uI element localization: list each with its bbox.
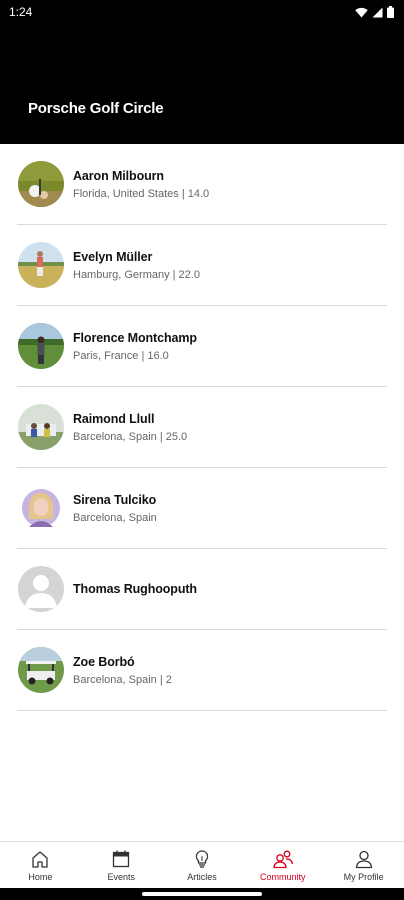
member-name: Florence Montchamp (73, 330, 197, 345)
member-row[interactable]: Sirena Tulciko Barcelona, Spain (17, 468, 387, 549)
nav-community[interactable]: Community (242, 842, 323, 888)
member-name: Raimond Llull (73, 411, 155, 426)
member-list: Aaron Milbourn Florida, United States | … (0, 144, 404, 711)
app-header: 1:24 Porsche Golf Circle (0, 0, 404, 144)
nav-label: Articles (187, 872, 217, 882)
member-row[interactable]: Raimond Llull Barcelona, Spain | 25.0 (17, 387, 387, 468)
avatar (18, 647, 64, 693)
nav-articles[interactable]: Articles (162, 842, 243, 888)
member-meta: Paris, France | 16.0 (73, 349, 169, 362)
member-meta: Barcelona, Spain | 25.0 (73, 430, 188, 443)
status-time: 1:24 (9, 5, 33, 19)
member-name: Sirena Tulciko (73, 492, 157, 507)
member-row[interactable]: Florence Montchamp Paris, France | 16.0 (17, 306, 387, 387)
member-row[interactable]: Zoe Borbó Barcelona, Spain | 2 (17, 630, 387, 711)
avatar (18, 404, 64, 450)
nav-label: My Profile (343, 872, 384, 882)
signal-icon (372, 7, 383, 17)
nav-events[interactable]: Events (81, 842, 162, 888)
member-meta: Hamburg, Germany | 22.0 (73, 268, 200, 281)
member-row[interactable]: Thomas Rughooputh (17, 549, 387, 630)
calendar-icon (113, 850, 130, 868)
nav-label: Events (107, 872, 135, 882)
default-person-icon (18, 566, 64, 612)
member-name: Thomas Rughooputh (73, 582, 197, 596)
home-gesture-bar[interactable] (142, 892, 262, 896)
member-row[interactable]: Aaron Milbourn Florida, United States | … (17, 144, 387, 225)
member-name: Evelyn Müller (73, 249, 153, 264)
system-gesture-area (0, 888, 404, 900)
member-name: Zoe Borbó (73, 654, 135, 669)
nav-my-profile[interactable]: My Profile (323, 842, 404, 888)
person-icon (355, 850, 372, 869)
wifi-icon (355, 7, 368, 17)
nav-label: Community (260, 872, 306, 882)
member-meta: Barcelona, Spain (73, 511, 157, 524)
avatar (18, 485, 64, 531)
nav-home[interactable]: Home (0, 842, 81, 888)
community-icon (273, 850, 293, 869)
avatar (18, 242, 64, 288)
lightbulb-icon (195, 850, 209, 868)
nav-label: Home (28, 872, 53, 882)
status-bar: 1:24 (0, 0, 404, 24)
member-meta: Barcelona, Spain | 2 (73, 673, 172, 686)
avatar (18, 323, 64, 369)
member-row[interactable]: Evelyn Müller Hamburg, Germany | 22.0 (17, 225, 387, 306)
battery-icon (387, 6, 394, 18)
home-icon (32, 851, 49, 868)
member-name: Aaron Milbourn (73, 168, 164, 183)
status-icons (355, 6, 394, 18)
bottom-nav: Home Events Articles Community My Profil… (0, 841, 404, 888)
page-title: Porsche Golf Circle (28, 100, 164, 117)
avatar (18, 161, 64, 207)
member-meta: Florida, United States | 14.0 (73, 187, 210, 200)
